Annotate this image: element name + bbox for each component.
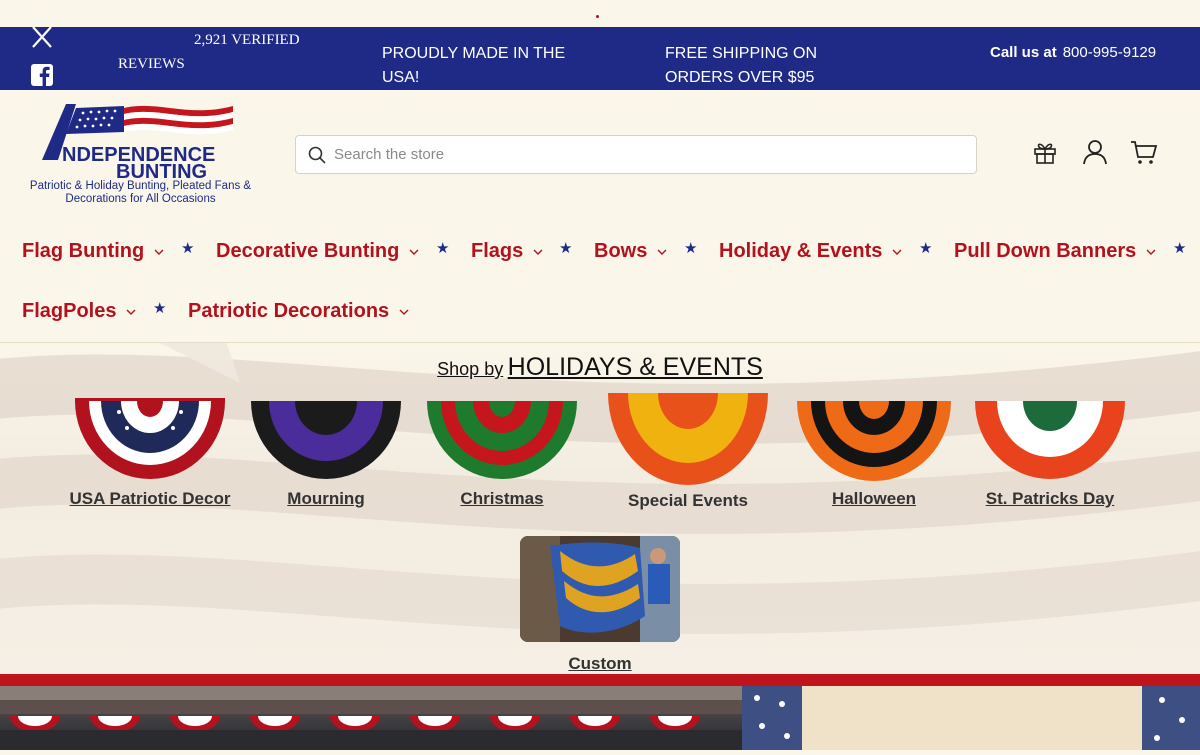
- search-bar[interactable]: [295, 135, 977, 174]
- star-icon: ★: [436, 240, 450, 257]
- nav-label: Patriotic Decorations: [188, 300, 390, 322]
- logo-graphic: NDEPENDENCE BUNTING: [42, 104, 233, 183]
- hero-banner[interactable]: [0, 674, 1200, 750]
- chevron-down-icon: [154, 249, 164, 255]
- custom-photo: [520, 536, 680, 642]
- category-label: Christmas: [460, 489, 544, 508]
- logo-tagline: Patriotic & Holiday Bunting, Pleated Fan…: [29, 180, 252, 205]
- fan-image: [75, 398, 225, 479]
- category-mourning[interactable]: Mourning: [236, 398, 416, 509]
- chevron-down-icon: [126, 309, 136, 315]
- star-icon: ★: [684, 240, 698, 257]
- category-st-patricks-day[interactable]: St. Patricks Day: [960, 398, 1140, 509]
- holidays-section: Shop by HOLIDAYS & EVENTS USA Patriotic …: [0, 343, 1200, 674]
- fan-image: [251, 401, 401, 479]
- account-icon[interactable]: [1081, 138, 1109, 166]
- reviews-label[interactable]: REVIEWS: [118, 56, 185, 73]
- flag-photo: [742, 686, 1200, 750]
- chevron-down-icon: [892, 249, 902, 255]
- fan-image: [608, 393, 768, 485]
- category-label: Special Events: [627, 491, 748, 510]
- star-icon: ★: [559, 240, 573, 257]
- cart-icon[interactable]: [1130, 138, 1158, 166]
- category-special-events[interactable]: Special Events: [598, 393, 778, 511]
- shop-by-prefix: Shop by: [437, 359, 504, 379]
- flag-graphic: [742, 686, 1200, 750]
- made-in-usa-text: PROUDLY MADE IN THE USA!: [382, 45, 566, 86]
- nav-item-flags[interactable]: Flags: [471, 240, 543, 263]
- stadium-graphic: [0, 686, 742, 750]
- nav-item-pull-down-banners[interactable]: Pull Down Banners: [954, 240, 1156, 263]
- divider: [0, 674, 1200, 686]
- phone-link[interactable]: 800-995-9129: [1063, 44, 1156, 61]
- category-label: Custom: [568, 654, 632, 673]
- star-icon: ★: [1173, 240, 1187, 257]
- search-icon: [308, 146, 326, 164]
- star-icon: ★: [181, 240, 195, 257]
- fan-image: [427, 401, 577, 479]
- nav-label: Pull Down Banners: [954, 240, 1137, 262]
- nav-item-flagpoles[interactable]: FlagPoles: [22, 300, 136, 323]
- category-custom[interactable]: Custom: [520, 536, 680, 674]
- fan-image: [975, 401, 1125, 479]
- nav-item-flag-bunting[interactable]: Flag Bunting: [22, 240, 164, 263]
- shop-by-title: HOLIDAYS & EVENTS: [507, 353, 763, 381]
- x-icon[interactable]: [30, 25, 54, 49]
- category-usa-patriotic-decor[interactable]: USA Patriotic Decor: [60, 398, 240, 509]
- chevron-down-icon: [533, 249, 543, 255]
- gift-icon[interactable]: [1031, 138, 1059, 166]
- nav-item-holiday-events[interactable]: Holiday & Events: [719, 240, 902, 263]
- category-label: USA Patriotic Decor: [69, 489, 231, 508]
- facebook-icon[interactable]: [30, 63, 54, 87]
- dot-marker: [596, 15, 599, 18]
- custom-photo-graphic: [520, 536, 680, 642]
- call-us: Call us at 800-995-9129: [990, 44, 1156, 61]
- category-label: Mourning: [287, 489, 365, 508]
- search-input[interactable]: [334, 136, 954, 173]
- info-bar: 2,921 VERIFIED REVIEWS PROUDLY MADE IN T…: [0, 25, 1200, 90]
- nav-label: Decorative Bunting: [216, 240, 400, 262]
- site-header: NDEPENDENCE BUNTING Patriotic & Holiday …: [0, 90, 1200, 343]
- chevron-down-icon: [409, 249, 419, 255]
- nav-item-patriotic-decorations[interactable]: Patriotic Decorations: [188, 300, 409, 323]
- chevron-down-icon: [1146, 249, 1156, 255]
- nav-label: Bows: [594, 240, 648, 262]
- fan-image: [797, 401, 951, 481]
- free-shipping-text: FREE SHIPPING ON ORDERS OVER $95: [665, 45, 818, 86]
- category-halloween[interactable]: Halloween: [784, 398, 964, 509]
- star-icon: ★: [153, 300, 167, 317]
- stadium-photo: [0, 686, 742, 750]
- nav-label: Flag Bunting: [22, 240, 145, 262]
- nav-label: FlagPoles: [22, 300, 117, 322]
- nav-label: Holiday & Events: [719, 240, 883, 262]
- shop-by-heading[interactable]: Shop by HOLIDAYS & EVENTS: [0, 353, 1200, 382]
- logo-line2: BUNTING: [116, 161, 207, 178]
- chevron-down-icon: [657, 249, 667, 255]
- call-label: Call us at: [990, 44, 1057, 61]
- star-icon: ★: [919, 240, 933, 257]
- nav-label: Flags: [471, 240, 524, 262]
- chevron-down-icon: [399, 309, 409, 315]
- top-strip: [0, 0, 1200, 27]
- category-label: St. Patricks Day: [985, 489, 1115, 508]
- logo[interactable]: NDEPENDENCE BUNTING Patriotic & Holiday …: [28, 102, 253, 208]
- nav-item-decorative-bunting[interactable]: Decorative Bunting: [216, 240, 419, 263]
- reviews-count[interactable]: 2,921 VERIFIED: [194, 32, 300, 49]
- nav-item-bows[interactable]: Bows: [594, 240, 667, 263]
- category-christmas[interactable]: Christmas: [412, 398, 592, 509]
- category-label: Halloween: [831, 489, 917, 508]
